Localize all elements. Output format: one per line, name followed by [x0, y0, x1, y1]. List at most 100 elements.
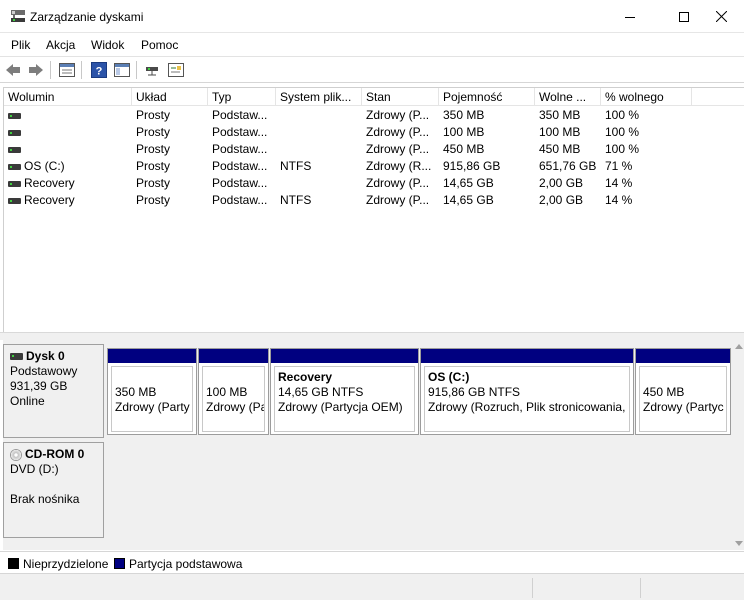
- partition-name: [115, 370, 189, 385]
- volume-drive-icon: [8, 198, 21, 204]
- maximize-icon: [679, 11, 689, 22]
- table-cell: 651,76 GB: [539, 159, 597, 173]
- column-header-wolumin[interactable]: Wolumin: [4, 88, 132, 106]
- toolbar-separator: [81, 61, 82, 79]
- svg-text:?: ?: [96, 66, 103, 78]
- volume-drive-icon: [8, 113, 21, 119]
- menu-pomoc[interactable]: Pomoc: [141, 38, 178, 52]
- partition-details: 100 MB Zdrowy (Pa: [202, 366, 265, 432]
- table-cell: 2,00 GB: [539, 176, 584, 190]
- partition-status: Zdrowy (Partycja OEM): [278, 400, 403, 414]
- table-cell: OS (C:): [4, 158, 132, 175]
- column-header-typ[interactable]: Typ: [208, 88, 276, 106]
- cd-rom-icon: [10, 448, 22, 461]
- disk-management-app-icon: [11, 10, 25, 22]
- cdrom-0-info[interactable]: CD-ROM 0 DVD (D:) Brak nośnika: [3, 442, 104, 538]
- table-cell: 450 MB: [443, 142, 485, 156]
- column-header-procent-wolnego[interactable]: % wolnego: [601, 88, 692, 106]
- volume-name: Recovery: [24, 176, 75, 190]
- partition-size: 450 MB: [643, 385, 685, 399]
- primary-partition-bar: [636, 349, 730, 363]
- table-cell: Prosty: [136, 193, 171, 207]
- partition-details: Recovery 14,65 GB NTFS Zdrowy (Partycja …: [274, 366, 415, 432]
- title-bar: Zarządzanie dyskami: [0, 0, 744, 33]
- minimize-button[interactable]: [607, 0, 653, 33]
- close-button[interactable]: [698, 0, 744, 33]
- partition-name: [643, 370, 723, 385]
- back-button[interactable]: [4, 61, 22, 79]
- table-cell: 14 %: [605, 193, 633, 207]
- cdrom-0-status: Brak nośnika: [10, 492, 80, 506]
- table-cell: NTFS: [280, 159, 312, 173]
- partition-details: 450 MB Zdrowy (Partyc: [639, 366, 727, 432]
- menu-plik[interactable]: Plik: [11, 38, 30, 52]
- help-button[interactable]: ?: [90, 61, 108, 79]
- disk-0-type: Podstawowy: [10, 364, 78, 378]
- console-view-button[interactable]: [113, 61, 131, 79]
- disk-0-name: Dysk 0: [26, 349, 65, 363]
- partition-name: [206, 370, 261, 385]
- table-row[interactable]: OS (C:) Prosty Podstaw... NTFS Zdrowy (R... 9…: [4, 158, 744, 175]
- legend-primary: Partycja podstawowa: [129, 557, 243, 571]
- partition-size: 350 MB: [115, 385, 157, 399]
- partition-block-os-c[interactable]: OS (C:) 915,86 GB NTFS Zdrowy (Rozruch, …: [420, 348, 634, 435]
- partition-block[interactable]: 350 MB Zdrowy (Party: [107, 348, 197, 435]
- table-row[interactable]: Recovery Prosty Podstaw... NTFS Zdrowy (P...…: [4, 192, 744, 209]
- column-header-system-plikow[interactable]: System plik...: [276, 88, 362, 106]
- table-cell: 100 %: [605, 125, 640, 139]
- volume-drive-icon: [8, 181, 21, 187]
- menu-akcja[interactable]: Akcja: [46, 38, 75, 52]
- primary-partition-bar: [108, 349, 196, 363]
- settings-panel-button[interactable]: [167, 61, 185, 79]
- table-cell: 14,65 GB: [443, 176, 494, 190]
- table-cell: [276, 141, 362, 158]
- table-row[interactable]: Prosty Podstaw... Zdrowy (P... 100 MB 100 MB…: [4, 124, 744, 141]
- table-cell: 350 MB: [539, 108, 581, 122]
- table-row[interactable]: Prosty Podstaw... Zdrowy (P... 350 MB 350 MB…: [4, 107, 744, 124]
- volume-drive-icon: [8, 164, 21, 170]
- table-cell: Podstaw...: [212, 176, 268, 190]
- partition-block[interactable]: 100 MB Zdrowy (Pa: [198, 348, 269, 435]
- scroll-down-arrow-icon[interactable]: [735, 541, 743, 546]
- partition-status: Zdrowy (Pa: [206, 400, 265, 414]
- column-header-stan[interactable]: Stan: [362, 88, 439, 106]
- partition-status: Zdrowy (Rozruch, Plik stronicowania, z: [428, 400, 630, 414]
- cdrom-0-drive: DVD (D:): [10, 462, 59, 476]
- disk-0-info[interactable]: Dysk 0 Podstawowy 931,39 GB Online: [3, 344, 104, 438]
- scroll-up-arrow-icon[interactable]: [735, 344, 743, 349]
- primary-partition-bar: [271, 349, 418, 363]
- column-header-uklad[interactable]: Układ: [132, 88, 208, 106]
- forward-button[interactable]: [27, 61, 45, 79]
- table-cell: Prosty: [136, 125, 171, 139]
- table-cell: [4, 124, 132, 141]
- menu-widok[interactable]: Widok: [91, 38, 124, 52]
- table-cell: 100 MB: [443, 125, 485, 139]
- table-cell: Podstaw...: [212, 159, 268, 173]
- connect-drive-icon: [146, 67, 158, 76]
- cdrom-0-title: CD-ROM 0: [10, 447, 97, 462]
- table-row[interactable]: Recovery Prosty Podstaw... Zdrowy (P... 14,6…: [4, 175, 744, 192]
- partition-block[interactable]: 450 MB Zdrowy (Partyc: [635, 348, 731, 435]
- pane-splitter[interactable]: [0, 332, 744, 340]
- volume-drive-icon: [8, 147, 21, 153]
- cdrom-0-name: CD-ROM 0: [25, 447, 85, 461]
- partition-block-recovery[interactable]: Recovery 14,65 GB NTFS Zdrowy (Partycja …: [270, 348, 419, 435]
- disk-view-scrollbar[interactable]: [733, 340, 744, 550]
- primary-partition-swatch: [114, 558, 125, 569]
- table-cell: Zdrowy (R...: [366, 159, 432, 173]
- settings-panel-icon: [168, 63, 184, 77]
- legend: Nieprzydzielone Partycja podstawowa: [0, 551, 744, 573]
- status-separator: [640, 578, 641, 598]
- disk-0-size: 931,39 GB: [10, 379, 68, 393]
- column-header-wolne[interactable]: Wolne ...: [535, 88, 601, 106]
- toolbar: ?: [0, 56, 744, 83]
- properties-icon: [59, 63, 75, 77]
- properties-button[interactable]: [58, 61, 76, 79]
- volume-list-header: Wolumin Układ Typ System plik... Stan Po…: [4, 88, 744, 106]
- table-row[interactable]: Prosty Podstaw... Zdrowy (P... 450 MB 450 MB…: [4, 141, 744, 158]
- connect-drive-button[interactable]: [144, 61, 162, 79]
- table-cell: Zdrowy (P...: [366, 108, 430, 122]
- partition-name: OS (C:): [428, 370, 470, 384]
- table-cell: 100 %: [605, 142, 640, 156]
- column-header-pojemnosc[interactable]: Pojemność: [439, 88, 535, 106]
